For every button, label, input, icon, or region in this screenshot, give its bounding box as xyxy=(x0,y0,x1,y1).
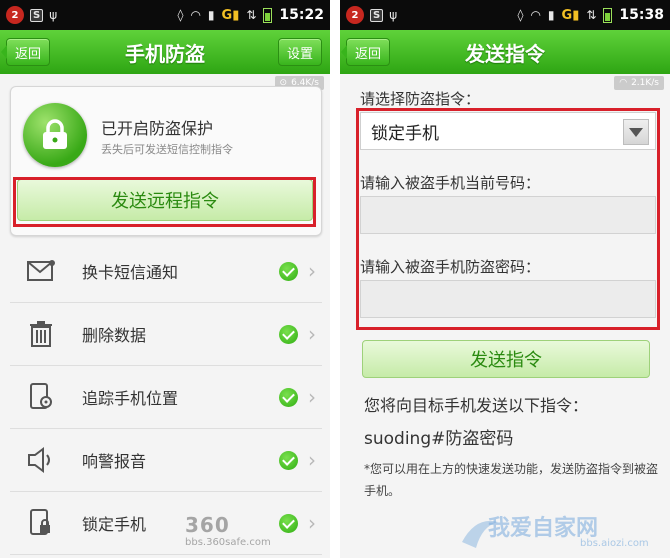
back-button[interactable]: 返回 xyxy=(340,38,391,66)
notification-badge: 2 xyxy=(6,6,24,24)
help-note: *您可以用在上方的快速发送功能，发送防盗指令到被盗手机。 xyxy=(364,462,659,498)
list-item-track-location[interactable]: 追踪手机位置 › xyxy=(10,366,322,429)
usb-icon: ψ xyxy=(389,8,398,22)
vibrate-icon: ◊ xyxy=(177,8,184,22)
battery-icon xyxy=(603,7,613,23)
back-button[interactable]: 返回 xyxy=(0,38,51,66)
wifi-icon: ◠ xyxy=(190,8,201,22)
feature-list: 换卡短信通知 › 删除数据 › 追踪手机位置 › 响警报音 › 锁定手机 › xyxy=(10,240,322,555)
chevron-right-icon: › xyxy=(308,259,316,283)
check-icon xyxy=(279,325,298,344)
signal-icon: ▮ xyxy=(547,8,555,22)
watermark-url: bbs.360safe.com xyxy=(185,537,271,548)
title-bar: 返回 手机防盗 设置 xyxy=(0,30,330,74)
watermark-360: 360 bbs.360safe.com xyxy=(185,513,325,553)
status-bar: 2 S ψ ◊ ◠ ▮ G▮ ⇅ 15:22 xyxy=(0,0,330,30)
protection-hint: 丢失后可发送短信控制指令 xyxy=(101,143,233,156)
usb-icon: ψ xyxy=(49,8,58,22)
gprs-signal-icon: G▮ xyxy=(561,7,580,23)
clock: 15:38 xyxy=(619,7,664,23)
anti-theft-screen: 2 S ψ ◊ ◠ ▮ G▮ ⇅ 15:22 返回 手机防盗 设置 ⊙ 6.4K… xyxy=(0,0,330,558)
list-item-label: 删除数据 xyxy=(82,326,147,345)
check-icon xyxy=(279,388,298,407)
network-speed: ◠ 2.1K/s xyxy=(614,76,664,90)
list-item-alarm-sound[interactable]: 响警报音 › xyxy=(10,429,322,492)
command-preview: suoding#防盗密码 xyxy=(364,429,514,449)
battery-icon xyxy=(263,7,273,23)
data-transfer-icon: ⇅ xyxy=(246,8,257,22)
app-notification-icon: S xyxy=(30,8,44,22)
highlight-frame xyxy=(13,177,316,227)
list-item-label: 锁定手机 xyxy=(82,515,147,534)
data-transfer-icon: ⇅ xyxy=(586,8,597,22)
highlight-frame xyxy=(356,108,660,330)
gprs-signal-icon: G▮ xyxy=(221,7,240,23)
title-bar: 返回 发送指令 xyxy=(340,30,670,74)
list-item-delete-data[interactable]: 删除数据 › xyxy=(10,303,322,366)
settings-button[interactable]: 设置 xyxy=(277,38,322,66)
phone-lock-icon xyxy=(10,492,72,555)
list-item-label: 追踪手机位置 xyxy=(82,389,179,408)
location-icon xyxy=(10,366,72,429)
sim-sms-icon xyxy=(10,240,72,303)
app-notification-icon: S xyxy=(370,8,384,22)
watermark-logo: 360 xyxy=(185,513,230,537)
notification-badge: 2 xyxy=(346,6,364,24)
chevron-right-icon: › xyxy=(308,385,316,409)
trash-icon xyxy=(10,303,72,366)
check-icon xyxy=(279,451,298,470)
page-title: 手机防盗 xyxy=(125,41,205,66)
list-item-label: 换卡短信通知 xyxy=(82,263,179,282)
protection-status: 已开启防盗保护 xyxy=(101,119,214,138)
speaker-icon xyxy=(10,429,72,492)
page-title: 发送指令 xyxy=(465,41,545,66)
send-command-button[interactable]: 发送指令 xyxy=(362,340,650,378)
vibrate-icon: ◊ xyxy=(517,8,524,22)
command-select-label: 请选择防盗指令： xyxy=(360,90,481,108)
clock: 15:22 xyxy=(279,7,324,23)
wifi-icon: ◠ xyxy=(530,8,541,22)
command-info-label: 您将向目标手机发送以下指令： xyxy=(364,396,589,415)
list-item-label: 响警报音 xyxy=(82,452,147,471)
check-icon xyxy=(279,262,298,281)
status-bar: 2 S ψ ◊ ◠ ▮ G▮ ⇅ 15:38 xyxy=(340,0,670,30)
chevron-right-icon: › xyxy=(308,322,316,346)
chevron-right-icon: › xyxy=(308,448,316,472)
wifi-icon: ◠ xyxy=(619,78,628,88)
lock-icon xyxy=(23,103,87,167)
signal-icon: ▮ xyxy=(207,8,215,22)
list-item-sim-notify[interactable]: 换卡短信通知 › xyxy=(10,240,322,303)
speed-value: 2.1K/s xyxy=(631,78,659,88)
